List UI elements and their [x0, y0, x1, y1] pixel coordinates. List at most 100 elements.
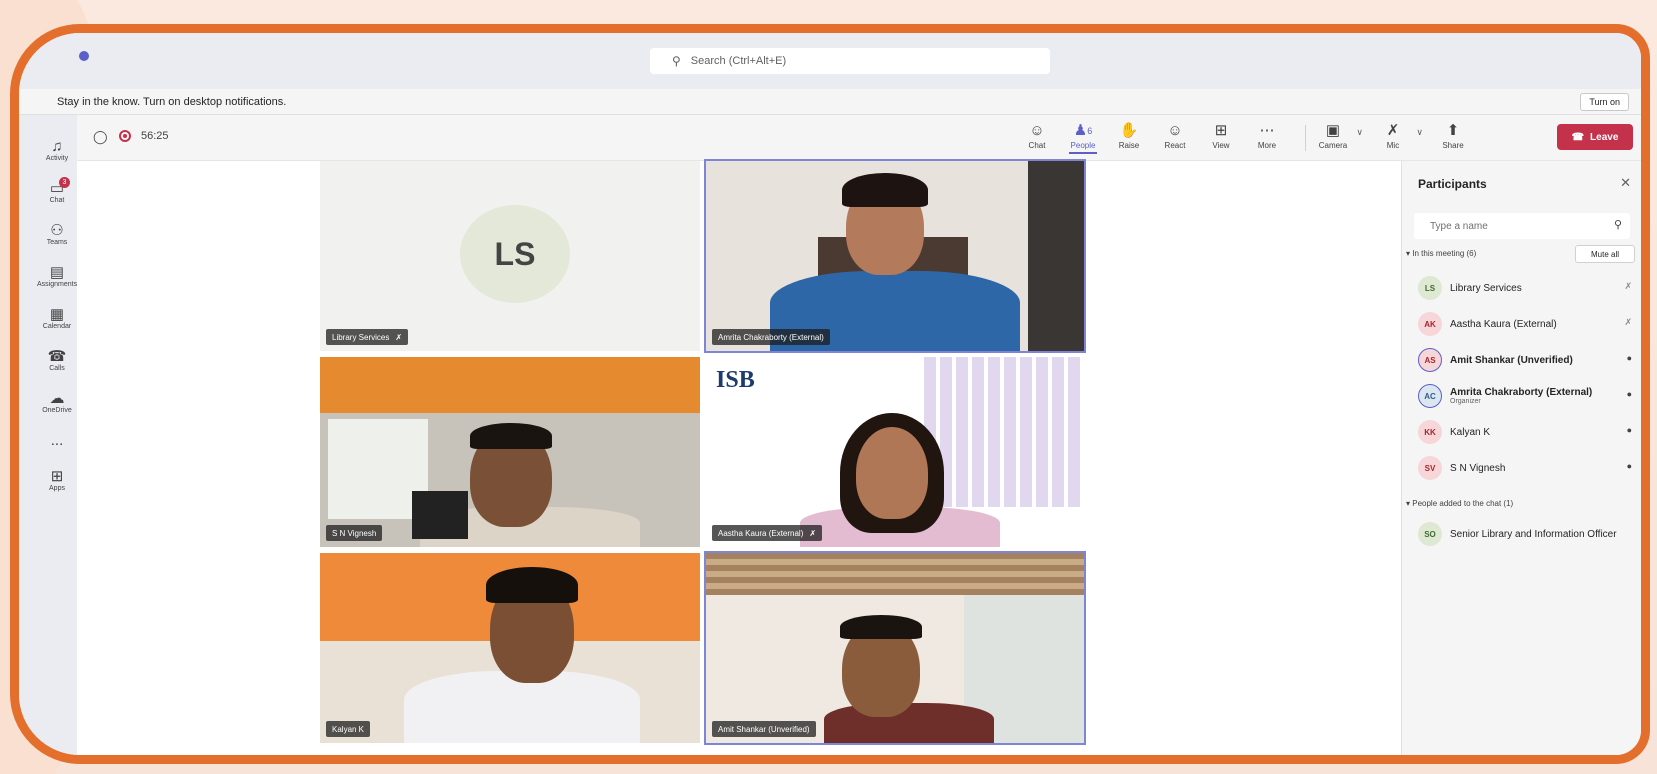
search-icon: ⚲: [672, 54, 681, 68]
cloud-icon: ☁: [49, 390, 65, 407]
unread-badge: 3: [59, 177, 70, 188]
rail-item-activity[interactable]: ♫ Activity: [37, 138, 77, 163]
phone-hangup-icon: ☎: [1571, 131, 1585, 143]
mic-icon: ●: [1626, 389, 1632, 399]
people-button[interactable]: ♟6 People: [1063, 121, 1103, 154]
avatar: LS: [460, 205, 570, 303]
rail-item-chat[interactable]: ▭ 3 Chat: [37, 177, 77, 204]
rail-item-assignments[interactable]: ▤ Assignments: [37, 265, 77, 289]
added-section-header[interactable]: ▾ People added to the chat (1): [1406, 499, 1513, 508]
meeting-timer: 56:25: [141, 130, 169, 142]
people-count: 6: [1087, 126, 1093, 136]
more-button[interactable]: ⋯ More: [1247, 121, 1287, 150]
search-input[interactable]: ⚲ Search (Ctrl+Alt+E): [650, 48, 1050, 74]
person-head: [856, 427, 928, 519]
view-button[interactable]: ⊞ View: [1201, 121, 1241, 150]
mute-all-button[interactable]: Mute all: [1575, 245, 1635, 263]
share-icon: ⬆: [1446, 122, 1460, 139]
rail-item-calendar[interactable]: ▦ Calendar: [37, 306, 77, 331]
chat-icon: ▭: [49, 180, 65, 197]
rail-item-calls[interactable]: ☎ Calls: [37, 348, 77, 373]
app-rail: ♫ Activity ▭ 3 Chat ⚇ Teams ▤ Assignment…: [19, 115, 77, 755]
teams-logo-icon: [79, 51, 89, 61]
avatar: SO: [1418, 522, 1442, 546]
participant-row[interactable]: SV S N Vignesh ●: [1418, 453, 1641, 483]
chat-icon: ☺: [1029, 122, 1045, 139]
video-tile[interactable]: Amrita Chakraborty (External): [704, 159, 1086, 353]
share-button[interactable]: ⬆ Share: [1433, 121, 1473, 150]
people-icon: ♟6: [1073, 122, 1093, 139]
more-icon: ...: [50, 432, 64, 449]
participant-row[interactable]: LS Library Services ✗: [1418, 273, 1641, 303]
grid-icon: ⊞: [1214, 122, 1228, 139]
video-tile[interactable]: ISB Aastha Kaura (External) ✗: [706, 357, 1084, 547]
person-hair: [840, 615, 922, 639]
turn-on-notifications-button[interactable]: Turn on: [1580, 93, 1629, 111]
mic-off-icon: ✗: [809, 528, 817, 538]
window-frame: [1028, 161, 1084, 351]
apps-icon: ⊞: [50, 468, 64, 485]
camera-button[interactable]: ▣ Camera ∨: [1313, 121, 1363, 150]
rail-item-apps[interactable]: ⊞ Apps: [37, 468, 77, 493]
avatar: AK: [1418, 312, 1442, 336]
tile-name-label: Aastha Kaura (External) ✗: [712, 525, 823, 541]
rail-item-teams[interactable]: ⚇ Teams: [37, 222, 77, 247]
leave-button[interactable]: ☎ Leave: [1557, 124, 1633, 150]
screenshot-frame: ⚲ Search (Ctrl+Alt+E) Stay in the know. …: [10, 24, 1650, 764]
wall-orange: [320, 357, 700, 413]
calendar-icon: ▦: [49, 306, 65, 323]
close-icon[interactable]: ✕: [1620, 175, 1631, 191]
rail-item-onedrive[interactable]: ☁ OneDrive: [37, 390, 77, 415]
mic-icon: ●: [1626, 425, 1632, 435]
chat-button[interactable]: ☺ Chat: [1017, 121, 1057, 150]
mic-icon: ●: [1626, 461, 1632, 471]
chevron-down-icon[interactable]: ∨: [1356, 127, 1363, 138]
panel-title: Participants: [1418, 177, 1487, 191]
teams-icon: ⚇: [50, 222, 64, 239]
mic-off-icon: ✗: [1386, 122, 1400, 139]
mic-off-icon: ✗: [395, 332, 403, 342]
avatar: LS: [1418, 276, 1442, 300]
toolbar-divider: [1305, 125, 1306, 151]
title-bar: ⚲ Search (Ctrl+Alt+E): [19, 33, 1641, 89]
participant-row[interactable]: AK Aastha Kaura (External) ✗: [1418, 309, 1641, 339]
video-tile[interactable]: LS Library Services ✗: [320, 161, 700, 351]
mic-off-icon: ✗: [1624, 281, 1632, 291]
search-placeholder: Search (Ctrl+Alt+E): [690, 55, 787, 67]
participant-row[interactable]: AC Amrita Chakraborty (External) Organiz…: [1418, 381, 1641, 411]
raise-hand-button[interactable]: ✋ Raise: [1109, 121, 1149, 150]
active-indicator: [1069, 152, 1097, 154]
person-hair: [842, 173, 928, 207]
participant-row[interactable]: AS Amit Shankar (Unverified) ●: [1418, 345, 1641, 375]
notification-bar: Stay in the know. Turn on desktop notifi…: [19, 89, 1641, 115]
recording-icon: [119, 130, 131, 142]
chevron-down-icon[interactable]: ∨: [1416, 127, 1423, 138]
rail-item-more[interactable]: ...: [37, 433, 77, 449]
mic-button[interactable]: ✗ Mic ∨: [1373, 121, 1423, 150]
video-tile[interactable]: S N Vignesh: [320, 357, 700, 547]
shield-icon: ◯: [93, 129, 108, 144]
avatar: AC: [1418, 384, 1442, 408]
video-tile[interactable]: Amit Shankar (Unverified): [704, 551, 1086, 745]
participants-panel: Participants ✕ Type a name ⚲ ▾ In this m…: [1401, 161, 1641, 755]
person-hair: [470, 423, 552, 449]
meeting-toolbar: ◯ 56:25 ☺ Chat ♟6 People ✋ Raise ☺ React…: [77, 115, 1641, 161]
pixel-background: [924, 357, 1084, 507]
avatar: SV: [1418, 456, 1442, 480]
bag: [412, 491, 468, 539]
bell-icon: ♫: [51, 138, 63, 155]
video-tile[interactable]: Kalyan K: [320, 553, 700, 743]
participant-search-input[interactable]: Type a name ⚲: [1414, 213, 1630, 239]
isb-logo: ISB: [716, 367, 755, 393]
avatar: KK: [1418, 420, 1442, 444]
notification-text: Stay in the know. Turn on desktop notifi…: [57, 95, 287, 108]
participant-row[interactable]: KK Kalyan K ●: [1418, 417, 1641, 447]
in-meeting-section-header[interactable]: ▾ In this meeting (6): [1406, 249, 1476, 258]
tile-name-label: Amrita Chakraborty (External): [712, 329, 830, 345]
tile-name-label: Library Services ✗: [326, 329, 409, 345]
react-button[interactable]: ☺ React: [1155, 121, 1195, 150]
phone-icon: ☎: [47, 348, 67, 365]
person-body: [824, 703, 994, 743]
chevron-down-icon: ▾: [1406, 499, 1411, 508]
participant-row[interactable]: SO Senior Library and Information Office…: [1418, 519, 1641, 549]
